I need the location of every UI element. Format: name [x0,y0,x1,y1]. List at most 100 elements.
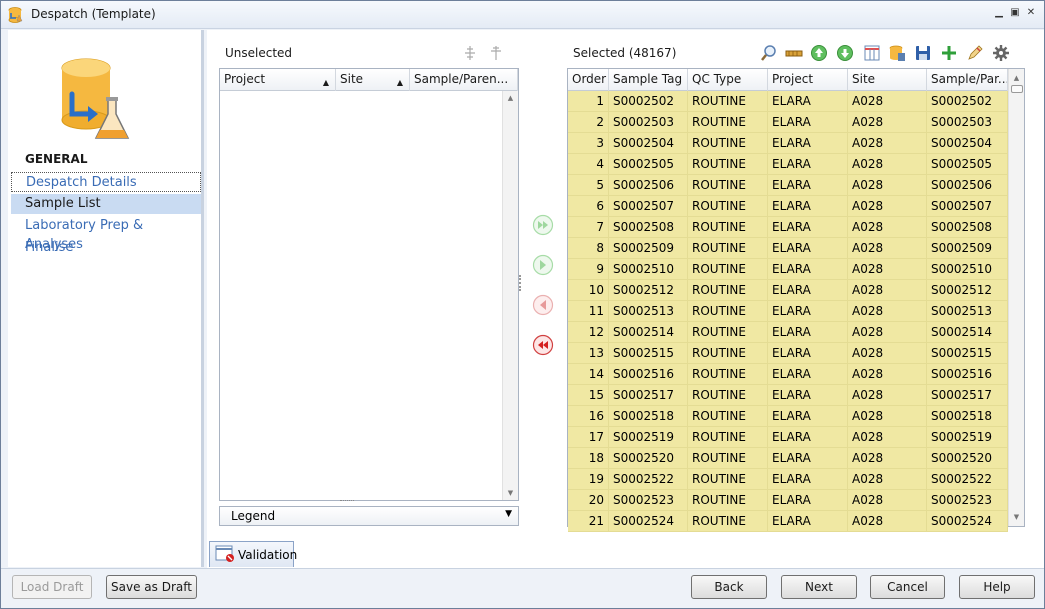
table-cell: ROUTINE [688,217,768,237]
table-row[interactable]: 2 S0002503 ROUTINE ELARA A028 S0002503 [568,112,1008,133]
table-row[interactable]: 8 S0002509 ROUTINE ELARA A028 S0002509 [568,238,1008,259]
panel-splitter[interactable] [519,275,522,291]
sidebar-item-laboratory-prep[interactable]: Laboratory Prep & Analyses [11,216,201,252]
save-icon[interactable] [914,44,932,62]
filter-icon[interactable] [785,44,803,62]
table-row[interactable]: 21 S0002524 ROUTINE ELARA A028 S0002524 [568,511,1008,532]
unselected-scrollbar[interactable]: ▲ ▼ [502,91,518,500]
table-cell: S0002508 [927,217,1008,237]
add-icon[interactable] [940,44,958,62]
close-icon[interactable]: ✕ [1026,7,1036,19]
selected-scrollbar[interactable]: ▲ ▼ [1008,69,1024,526]
scroll-up-icon[interactable]: ▲ [1009,71,1024,85]
table-row[interactable]: 20 S0002523 ROUTINE ELARA A028 S0002523 [568,490,1008,511]
tab-validation[interactable]: Validation [209,541,297,567]
column-header-sample-parent[interactable]: Sample/Paren... [410,69,518,91]
move-all-left-button[interactable] [532,334,554,356]
search-icon[interactable] [760,44,778,62]
table-cell: ROUTINE [688,91,768,111]
table-cell: A028 [848,406,927,426]
table-row[interactable]: 18 S0002520 ROUTINE ELARA A028 S0002520 [568,448,1008,469]
sidebar-item-despatch-details[interactable]: Despatch Details [11,172,201,192]
scroll-down-icon[interactable]: ▼ [503,486,518,500]
move-right-button[interactable] [532,254,554,276]
back-button[interactable]: Back [691,575,767,599]
maximize-icon[interactable]: ▣ [1010,7,1020,19]
column-header-qc-type[interactable]: QC Type [688,69,768,91]
column-header-project[interactable]: Project [768,69,848,91]
move-down-icon[interactable] [836,44,854,62]
table-cell: ELARA [768,238,848,258]
collapse-all-icon[interactable] [489,45,503,61]
column-header-label: Sample/Par... [931,72,1008,86]
table-cell: S0002516 [927,364,1008,384]
move-all-right-button[interactable] [532,214,554,236]
table-row[interactable]: 1 S0002502 ROUTINE ELARA A028 S0002502 [568,91,1008,112]
title-bar: Despatch (Template) ▁ ▣ ✕ [1,1,1044,29]
table-cell: S0002518 [609,406,688,426]
column-header-sample-tag[interactable]: Sample Tag [609,69,688,91]
table-row[interactable]: 17 S0002519 ROUTINE ELARA A028 S0002519 [568,427,1008,448]
table-cell: ROUTINE [688,511,768,531]
column-header-order[interactable]: Order [568,69,609,91]
column-header-label: Sample/Paren... [414,72,509,86]
table-cell: S0002522 [609,469,688,489]
table-cell: S0002503 [927,112,1008,132]
move-up-icon[interactable] [810,44,828,62]
scroll-thumb[interactable] [1011,85,1023,93]
save-as-draft-button[interactable]: Save as Draft [106,575,197,599]
minimize-icon[interactable]: ▁ [994,7,1004,19]
next-button[interactable]: Next [781,575,857,599]
table-row[interactable]: 5 S0002506 ROUTINE ELARA A028 S0002506 [568,175,1008,196]
table-row[interactable]: 6 S0002507 ROUTINE ELARA A028 S0002507 [568,196,1008,217]
cancel-button[interactable]: Cancel [870,575,945,599]
despatch-logo [61,58,130,139]
table-row[interactable]: 4 S0002505 ROUTINE ELARA A028 S0002505 [568,154,1008,175]
load-draft-button[interactable]: Load Draft [12,575,92,599]
table-row[interactable]: 10 S0002512 ROUTINE ELARA A028 S0002512 [568,280,1008,301]
table-cell: S0002507 [609,196,688,216]
table-cell: S0002509 [609,238,688,258]
expand-all-icon[interactable] [463,45,477,61]
scroll-up-icon[interactable]: ▲ [503,91,518,105]
sidebar-item-sample-list[interactable]: Sample List [11,194,201,214]
database-export-icon[interactable] [888,44,906,62]
table-row[interactable]: 9 S0002510 ROUTINE ELARA A028 S0002510 [568,259,1008,280]
table-row[interactable]: 15 S0002517 ROUTINE ELARA A028 S0002517 [568,385,1008,406]
table-cell: A028 [848,322,927,342]
move-left-button[interactable] [532,294,554,316]
scroll-down-icon[interactable]: ▼ [1009,510,1024,524]
column-header-project[interactable]: Project ▲ [220,69,336,91]
table-row[interactable]: 3 S0002504 ROUTINE ELARA A028 S0002504 [568,133,1008,154]
table-cell: S0002524 [927,511,1008,531]
selected-grid[interactable]: Order Sample Tag QC Type Project Site Sa… [567,68,1025,532]
table-cell: S0002523 [609,490,688,510]
table-cell: A028 [848,427,927,447]
column-header-site[interactable]: Site ▲ [336,69,410,91]
table-cell: ELARA [768,112,848,132]
edit-icon[interactable] [966,44,984,62]
table-row[interactable]: 13 S0002515 ROUTINE ELARA A028 S0002515 [568,343,1008,364]
table-row[interactable]: 7 S0002508 ROUTINE ELARA A028 S0002508 [568,217,1008,238]
sidebar-item-finalise[interactable]: Finalise [11,238,201,258]
table-cell: ELARA [768,154,848,174]
help-button[interactable]: Help [959,575,1035,599]
table-cell: S0002506 [609,175,688,195]
table-row[interactable]: 11 S0002513 ROUTINE ELARA A028 S0002513 [568,301,1008,322]
table-row[interactable]: 14 S0002516 ROUTINE ELARA A028 S0002516 [568,364,1008,385]
table-cell: S0002504 [927,133,1008,153]
table-row[interactable]: 16 S0002518 ROUTINE ELARA A028 S0002518 [568,406,1008,427]
table-cell: ROUTINE [688,238,768,258]
resize-grip-icon[interactable] [340,500,354,503]
gear-icon[interactable] [992,44,1010,62]
unselected-grid[interactable]: Project ▲ Site ▲ Sample/Paren... ▲ ▼ [219,68,519,501]
table-cell: S0002505 [609,154,688,174]
column-header-sample-parent[interactable]: Sample/Par... [927,69,1008,91]
table-row[interactable]: 12 S0002514 ROUTINE ELARA A028 S0002514 [568,322,1008,343]
table-row[interactable]: 19 S0002522 ROUTINE ELARA A028 S0002522 [568,469,1008,490]
column-header-site[interactable]: Site [848,69,927,91]
columns-icon[interactable] [863,44,881,62]
table-cell: 19 [568,469,609,489]
table-cell: ELARA [768,175,848,195]
legend-dropdown[interactable]: Legend ▼ [219,506,519,526]
